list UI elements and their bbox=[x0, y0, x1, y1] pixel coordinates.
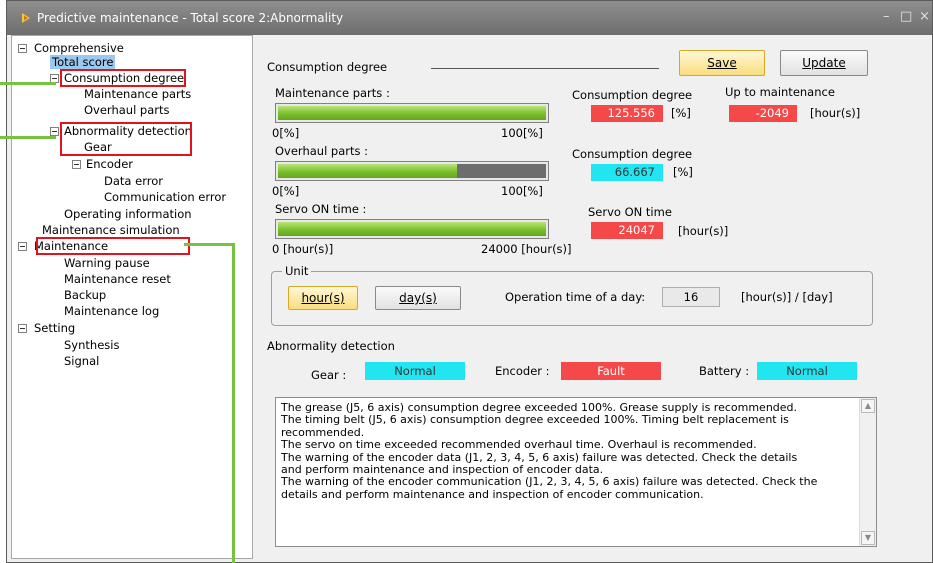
consumption-degree-value-1: 125.556 bbox=[591, 105, 663, 122]
servo-on-time-value: 24047 bbox=[591, 222, 663, 239]
servo-bar-max: 24000 [hour(s)] bbox=[481, 242, 572, 256]
maintenance-parts-label: Maintenance parts : bbox=[275, 86, 390, 100]
callout-line-maintenance-horizontal bbox=[184, 243, 234, 246]
save-button[interactable]: Save bbox=[679, 50, 765, 76]
tree-item-communication-error[interactable]: Communication error bbox=[104, 190, 226, 204]
section-divider bbox=[431, 68, 659, 69]
tree-item-maintenance-simulation[interactable]: Maintenance simulation bbox=[42, 223, 180, 237]
overhaul-parts-bar bbox=[275, 161, 549, 181]
app-icon bbox=[22, 13, 30, 23]
tree-item-comprehensive[interactable]: Comprehensive bbox=[34, 41, 124, 55]
update-button[interactable]: Update bbox=[780, 50, 868, 76]
window-title: Predictive maintenance - Total score 2:A… bbox=[37, 11, 344, 25]
tree-item-maintenance-log[interactable]: Maintenance log bbox=[64, 304, 159, 318]
servo-bar-min: 0 [hour(s)] bbox=[272, 242, 334, 256]
unit-group: Unit hour(s) day(s) Operation time of a … bbox=[271, 264, 873, 326]
up-to-maintenance-header: Up to maintenance bbox=[725, 85, 835, 99]
tree-item-warning-pause[interactable]: Warning pause bbox=[64, 256, 150, 270]
percent-unit-1: [%] bbox=[671, 106, 691, 120]
battery-status-label: Battery : bbox=[699, 364, 750, 378]
servo-on-time-header: Servo ON time bbox=[588, 205, 672, 219]
maximize-button[interactable]: □ bbox=[900, 9, 912, 24]
servo-on-bar bbox=[275, 219, 549, 239]
maintenance-parts-bar bbox=[275, 103, 549, 123]
maintenance-bar-min: 0[%] bbox=[272, 126, 300, 140]
predictive-maintenance-window: Predictive maintenance - Total score 2:A… bbox=[6, 0, 933, 563]
collapse-comprehensive-icon[interactable] bbox=[18, 44, 27, 53]
collapse-abnormality-icon[interactable] bbox=[50, 127, 59, 136]
operation-time-label: Operation time of a day: bbox=[505, 290, 646, 304]
overhaul-parts-label: Overhaul parts : bbox=[275, 144, 369, 158]
scroll-down-icon[interactable]: ▼ bbox=[861, 531, 875, 545]
gear-status-badge: Normal bbox=[365, 362, 465, 380]
tree-item-backup[interactable]: Backup bbox=[64, 288, 106, 302]
scroll-up-icon[interactable]: ▲ bbox=[861, 399, 875, 413]
encoder-status-badge: Fault bbox=[561, 362, 661, 380]
tree-item-maintenance-reset[interactable]: Maintenance reset bbox=[64, 272, 171, 286]
hours-unit-button[interactable]: hour(s) bbox=[288, 286, 358, 310]
gear-status-label: Gear : bbox=[311, 368, 347, 382]
up-to-maintenance-value: -2049 bbox=[729, 105, 797, 122]
days-unit-button[interactable]: day(s) bbox=[375, 286, 461, 310]
battery-status-badge: Normal bbox=[757, 362, 857, 380]
highlight-consumption-degree bbox=[60, 69, 186, 87]
callout-line-abnormality bbox=[0, 136, 56, 139]
close-button[interactable]: × bbox=[919, 9, 930, 24]
overhaul-parts-bar-fill bbox=[278, 164, 457, 178]
tree-item-operating-information[interactable]: Operating information bbox=[64, 207, 192, 221]
hour-unit-1: [hour(s)] bbox=[810, 106, 861, 120]
tree-item-maintenance-parts[interactable]: Maintenance parts bbox=[84, 87, 191, 101]
consumption-section-title: Consumption degree bbox=[267, 60, 388, 74]
tree-item-synthesis[interactable]: Synthesis bbox=[64, 338, 119, 352]
overhaul-bar-min: 0[%] bbox=[272, 184, 300, 198]
highlight-maintenance bbox=[36, 237, 190, 255]
tree-item-signal[interactable]: Signal bbox=[64, 354, 99, 368]
servo-on-bar-fill bbox=[278, 222, 546, 236]
collapse-encoder-icon[interactable] bbox=[72, 160, 81, 169]
consumption-degree-value-2: 66.667 bbox=[591, 164, 663, 181]
tree-item-total-score[interactable]: Total score bbox=[50, 55, 116, 69]
tree-item-setting[interactable]: Setting bbox=[34, 321, 75, 335]
callout-line-maintenance-vertical bbox=[232, 243, 235, 563]
unit-legend: Unit bbox=[282, 264, 312, 278]
navigation-tree: Comprehensive Total score Consumption de… bbox=[11, 35, 253, 559]
tree-item-overhaul-parts[interactable]: Overhaul parts bbox=[84, 103, 170, 117]
consumption-degree-header-1: Consumption degree bbox=[572, 88, 693, 102]
collapse-maintenance-icon[interactable] bbox=[18, 242, 27, 251]
encoder-status-label: Encoder : bbox=[495, 364, 550, 378]
tree-item-data-error[interactable]: Data error bbox=[104, 174, 163, 188]
minimize-button[interactable]: – bbox=[883, 9, 890, 24]
main-panel: Save Update Consumption degree Maintenan… bbox=[255, 35, 931, 559]
highlight-abnormality-detection bbox=[60, 122, 192, 156]
operation-time-unit: [hour(s)] / [day] bbox=[741, 290, 833, 304]
callout-line-consumption bbox=[0, 82, 56, 85]
tree-item-encoder[interactable]: Encoder bbox=[86, 157, 133, 171]
message-scrollbar[interactable]: ▲ ▼ bbox=[859, 398, 876, 546]
servo-on-label: Servo ON time : bbox=[275, 202, 367, 216]
operation-time-input[interactable]: 16 bbox=[662, 287, 720, 307]
title-bar: Predictive maintenance - Total score 2:A… bbox=[7, 1, 932, 35]
maintenance-bar-max: 100[%] bbox=[501, 126, 543, 140]
hour-unit-2: [hour(s)] bbox=[678, 224, 729, 238]
collapse-setting-icon[interactable] bbox=[18, 324, 27, 333]
percent-unit-2: [%] bbox=[673, 165, 693, 179]
maintenance-parts-bar-fill bbox=[278, 106, 546, 120]
message-textbox[interactable]: The grease (J5, 6 axis) consumption degr… bbox=[275, 397, 877, 547]
message-text: The grease (J5, 6 axis) consumption degr… bbox=[281, 401, 818, 501]
overhaul-bar-max: 100[%] bbox=[501, 184, 543, 198]
consumption-degree-header-2: Consumption degree bbox=[572, 147, 693, 161]
abnormality-section-title: Abnormality detection bbox=[267, 339, 395, 353]
